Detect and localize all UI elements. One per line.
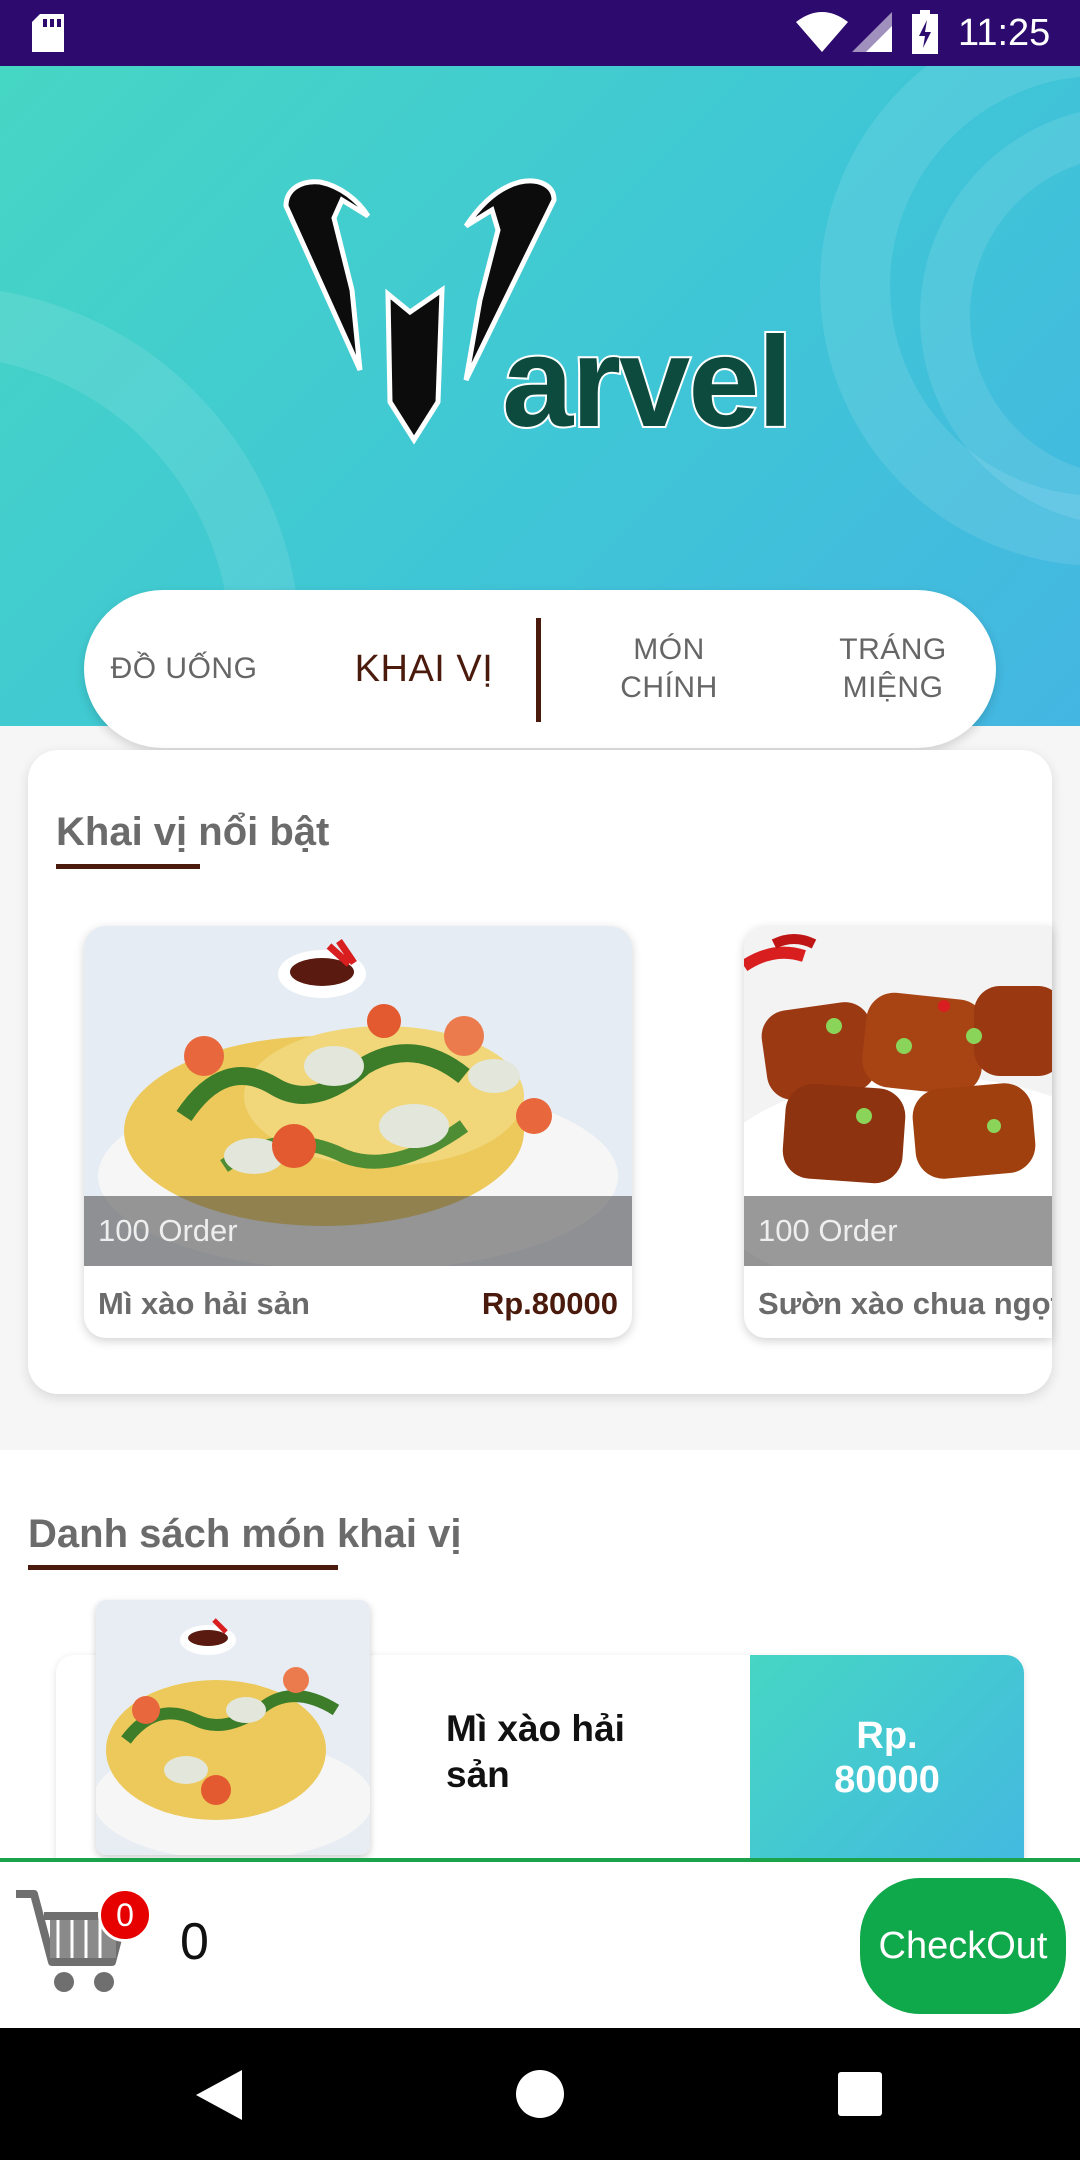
tab-indicator [536,618,541,722]
food-name: Mì xào hải sản [98,1286,310,1321]
cart-count: 0 [180,1913,209,1971]
sd-card-icon [32,14,64,52]
list-title: Danh sách món khai vị [28,1512,462,1556]
price-prefix: Rp. [856,1714,918,1757]
marvel-logo: arvel [270,130,810,470]
wifi-icon [796,12,848,52]
status-bar: 11:25 [0,0,1080,66]
status-time: 11:25 [958,12,1051,54]
home-icon[interactable] [516,2070,564,2118]
food-price: Rp.80000 [481,1286,618,1321]
tab-mon-chinh[interactable]: MÓN CHÍNH [584,590,754,748]
cart-badge: 0 [98,1888,152,1942]
battery-charging-icon [912,10,938,54]
featured-title-underline [56,864,200,869]
system-nav-bar [0,2028,1080,2160]
recents-icon[interactable] [838,2072,882,2116]
list-title-underline [28,1565,338,1570]
food-name: Sườn xào chua ngọt [758,1286,1052,1321]
tab-trang-mieng[interactable]: TRÁNG MIỆNG [808,590,978,748]
food-photo [96,1600,370,1855]
list-item-name: Mì xào hải sản [446,1708,625,1795]
order-count: 100 Order [744,1196,1052,1266]
checkout-button[interactable]: CheckOut [860,1878,1066,2014]
tab-khai-vi[interactable]: KHAI VỊ [314,590,534,748]
price-value: 80000 [834,1758,940,1801]
order-count: 100 Order [84,1196,632,1266]
signal-icon [852,12,892,52]
category-tabs: ĐỒ UỐNG KHAI VỊ MÓN CHÍNH TRÁNG MIỆNG [84,590,996,748]
list-item-photo [96,1600,370,1855]
back-icon[interactable] [196,2070,242,2120]
list-item-price: Rp. 80000 [750,1655,1024,1860]
featured-title: Khai vị nổi bật [56,810,330,854]
featured-item-card[interactable]: 100 Order Sườn xào chua ngọt [744,926,1052,1338]
tab-do-uong[interactable]: ĐỒ UỐNG [84,590,284,748]
featured-item-card[interactable]: 100 Order Mì xào hải sản Rp.80000 [84,926,632,1338]
logo-text: arvel [500,311,795,454]
